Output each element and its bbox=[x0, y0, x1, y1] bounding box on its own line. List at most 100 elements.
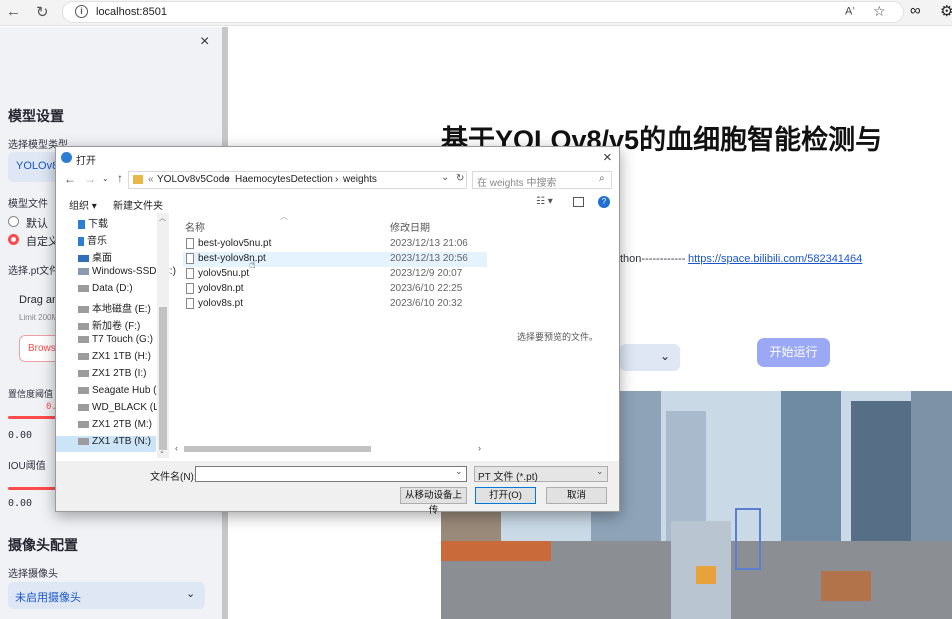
camera-heading: 摄像头配置 bbox=[8, 537, 78, 553]
breadcrumb-bar[interactable]: « YOLOv8v5Code › HaemocytesDetection › w… bbox=[128, 171, 467, 189]
drive-icon bbox=[78, 420, 89, 428]
tree-item-downloads[interactable]: 下载 bbox=[78, 215, 108, 231]
drive-icon bbox=[78, 386, 89, 394]
dialog-close-icon[interactable]: × bbox=[603, 149, 612, 166]
dialog-title: 打开 bbox=[76, 156, 96, 167]
sort-up-icon: ︿ bbox=[280, 212, 288, 221]
mouse-cursor-icon: ☝ bbox=[249, 259, 256, 271]
preview-pane-icon[interactable] bbox=[573, 197, 584, 207]
refresh-icon[interactable]: ↻ bbox=[456, 173, 464, 184]
pt-file-label: 选择.pt文件 bbox=[8, 266, 60, 277]
filename-input[interactable]: ⌄ bbox=[195, 466, 467, 482]
camera-select[interactable]: 未启用摄像头 ⌄ bbox=[8, 582, 205, 609]
view-options-icon[interactable]: ☷ ▾ bbox=[536, 196, 553, 207]
tree-item-drive-e[interactable]: 本地磁盘 (E:) bbox=[78, 300, 151, 316]
file-open-dialog: 打开 × ← → ⌄ ↑ « YOLOv8v5Code › Haemocytes… bbox=[55, 146, 620, 516]
refresh-icon[interactable]: ↻ bbox=[36, 3, 49, 21]
chevron-down-icon: ⌄ bbox=[660, 349, 671, 363]
file-type-select[interactable]: PT 文件 (*.pt) ⌄ bbox=[474, 466, 608, 483]
new-folder-button[interactable]: 新建文件夹 bbox=[113, 197, 163, 212]
tree-item-drive-d[interactable]: Data (D:) bbox=[78, 283, 133, 299]
breadcrumb-3[interactable]: weights bbox=[343, 174, 377, 185]
tree-item-drive-n[interactable]: ZX1 4TB (N:) bbox=[56, 436, 156, 452]
confidence-slider[interactable] bbox=[8, 416, 56, 419]
drive-icon bbox=[78, 322, 89, 330]
tree-scroll-thumb[interactable] bbox=[159, 307, 167, 450]
column-name[interactable]: 名称 bbox=[185, 219, 205, 234]
back-arrow-icon[interactable]: ← bbox=[6, 3, 21, 20]
dialog-search-box[interactable]: 在 weights 中搜索 ⌕ bbox=[472, 171, 612, 189]
confidence-label: 置信度阈值 bbox=[8, 389, 54, 399]
url-text[interactable]: localhost:8501 bbox=[96, 6, 167, 18]
organize-button[interactable]: 组织 ▾ bbox=[69, 197, 97, 212]
extensions-icon[interactable]: ∞ bbox=[910, 2, 921, 19]
drive-icon bbox=[78, 403, 89, 411]
open-button[interactable]: 打开(O) bbox=[475, 487, 536, 504]
file-row[interactable]: yolov8n.pt 2023/6/10 22:25 bbox=[183, 282, 487, 297]
folder-icon bbox=[133, 175, 143, 184]
chevron-down-icon: ⌄ bbox=[596, 466, 604, 476]
up-arrow-icon[interactable]: ↑ bbox=[117, 171, 123, 185]
chrome-app-icon bbox=[61, 152, 72, 163]
file-row[interactable]: best-yolov8n.pt 2023/12/13 20:56 bbox=[183, 252, 487, 267]
help-icon[interactable]: ? bbox=[598, 196, 610, 208]
author-text: thon------------ bbox=[620, 253, 686, 265]
tree-item-drive-g[interactable]: T7 Touch (G:) bbox=[78, 334, 153, 350]
file-row[interactable]: best-yolov5nu.pt 2023/12/13 21:06 bbox=[183, 237, 487, 252]
radio-custom[interactable] bbox=[8, 234, 19, 245]
upload-from-mobile-button[interactable]: 从移动设备上传 bbox=[400, 487, 467, 516]
sidebar-close-icon[interactable]: × bbox=[200, 33, 209, 51]
column-date[interactable]: 修改日期 bbox=[390, 219, 430, 234]
drive-icon bbox=[78, 335, 89, 343]
forward-arrow-icon[interactable]: → bbox=[84, 172, 96, 186]
tree-item-drive-k[interactable]: Seagate Hub (K:) bbox=[78, 385, 169, 401]
tree-item-drive-f[interactable]: 新加卷 (F:) bbox=[78, 317, 140, 333]
cancel-button[interactable]: 取消 bbox=[546, 487, 607, 504]
file-icon bbox=[186, 298, 194, 309]
start-run-button[interactable]: 开始运行 bbox=[757, 338, 830, 367]
filename-label: 文件名(N): bbox=[150, 472, 197, 483]
radio-default[interactable] bbox=[8, 216, 19, 227]
iou-slider[interactable] bbox=[8, 487, 56, 490]
search-icon: ⌕ bbox=[599, 173, 605, 184]
recent-chevron-icon[interactable]: ⌄ bbox=[102, 174, 109, 183]
tree-item-drive-h[interactable]: ZX1 1TB (H:) bbox=[78, 351, 151, 367]
camera-value: 未启用摄像头 bbox=[15, 592, 81, 604]
tree-item-music[interactable]: 音乐 bbox=[78, 232, 107, 248]
file-list-hscrollbar[interactable]: ‹ › bbox=[173, 443, 487, 455]
tree-item-drive-m[interactable]: ZX1 2TB (M:) bbox=[78, 419, 152, 435]
music-icon bbox=[78, 236, 84, 246]
favorite-star-icon[interactable]: ☆ bbox=[873, 3, 886, 20]
site-info-icon[interactable]: i bbox=[75, 5, 88, 18]
breadcrumb-2[interactable]: HaemocytesDetection bbox=[235, 174, 333, 185]
bilibili-link[interactable]: https://space.bilibili.com/582341464 bbox=[688, 253, 862, 265]
drive-icon bbox=[78, 437, 89, 445]
breadcrumb-1[interactable]: YOLOv8v5Code bbox=[157, 174, 230, 185]
address-chevron-icon[interactable]: ⌄ bbox=[441, 172, 449, 183]
browser-toolbar: ← ↻ i localhost:8501 A› ☆ ∞ ⚙ bbox=[0, 0, 952, 26]
back-arrow-icon[interactable]: ← bbox=[64, 172, 76, 186]
file-row[interactable]: yolov8s.pt 2023/6/10 20:32 bbox=[183, 297, 487, 312]
main-select[interactable]: ⌄ bbox=[620, 344, 680, 371]
address-bar[interactable]: i localhost:8501 A› ☆ bbox=[62, 1, 904, 23]
file-icon bbox=[186, 268, 194, 279]
tree-scrollbar[interactable]: ︿ bbox=[157, 213, 169, 458]
tree-item-drive-l[interactable]: WD_BLACK (L:) bbox=[78, 402, 165, 418]
chevron-down-icon: ⌄ bbox=[455, 466, 463, 476]
drive-icon bbox=[78, 267, 89, 275]
file-icon bbox=[186, 238, 194, 249]
read-aloud-icon[interactable]: A› bbox=[845, 5, 855, 18]
desktop-icon bbox=[78, 254, 89, 262]
file-icon bbox=[186, 283, 194, 294]
camera-label: 选择摄像头 bbox=[8, 569, 58, 580]
confidence-min: 0.00 bbox=[8, 430, 33, 441]
settings-gear-icon[interactable]: ⚙ bbox=[940, 2, 952, 20]
chevron-down-icon: ⌄ bbox=[186, 588, 196, 600]
iou-label: IOU阈值 bbox=[8, 461, 46, 472]
file-row[interactable]: yolov5nu.pt 2023/12/9 20:07 bbox=[183, 267, 487, 282]
hscroll-thumb[interactable] bbox=[184, 446, 371, 452]
drive-icon bbox=[78, 369, 89, 377]
tree-item-drive-i[interactable]: ZX1 2TB (I:) bbox=[78, 368, 146, 384]
chevron-down-icon[interactable]: ⌄ bbox=[159, 447, 165, 455]
tree-item-desktop[interactable]: 桌面 bbox=[78, 249, 112, 265]
